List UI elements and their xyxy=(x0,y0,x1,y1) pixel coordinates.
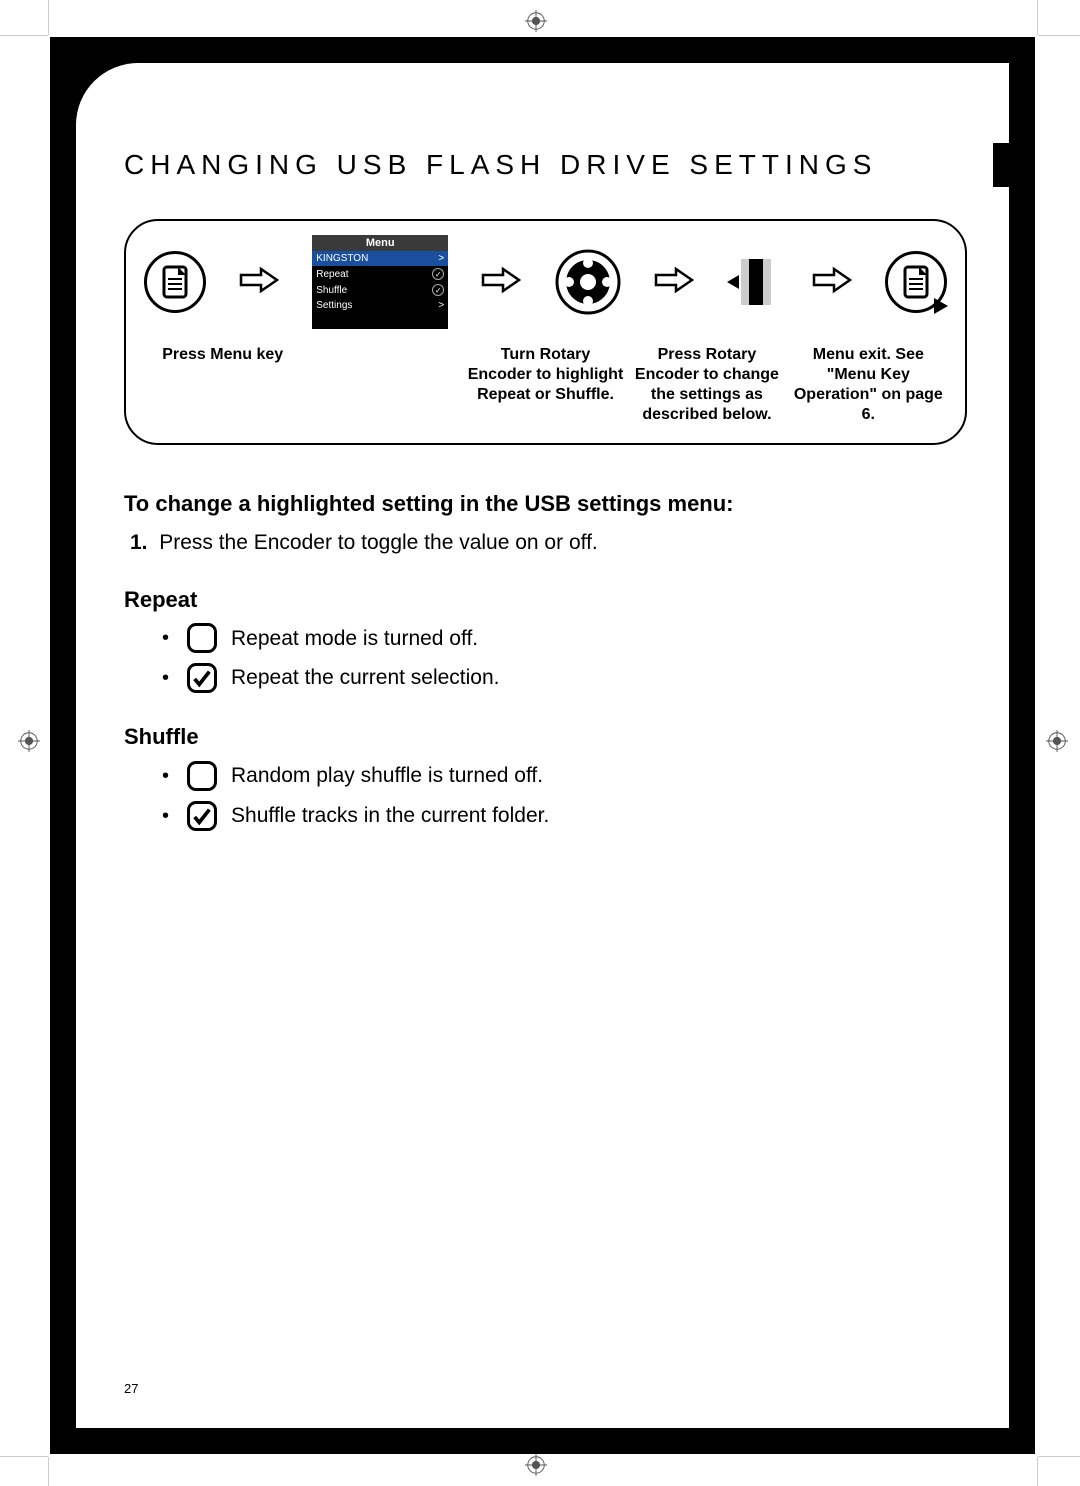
step-item: 1. Press the Encoder to toggle the value… xyxy=(130,527,967,559)
toggle-slider-icon xyxy=(727,253,779,311)
step-caption: Press Rotary Encoder to change the setti… xyxy=(628,345,785,425)
arrow-icon xyxy=(654,265,694,300)
crop-line xyxy=(0,35,48,36)
crop-line xyxy=(1037,0,1038,35)
section-title: CHANGING USB FLASH DRIVE SETTINGS xyxy=(124,149,877,181)
option-item: Shuffle tracks in the current folder. xyxy=(162,796,967,836)
operation-steps-box: Menu KINGSTON> Repeat✓ Shuffle✓ Settings… xyxy=(124,219,967,445)
menu-screen: Menu KINGSTON> Repeat✓ Shuffle✓ Settings… xyxy=(312,235,448,329)
rotary-encoder-icon xyxy=(555,249,621,315)
setting-title-shuffle: Shuffle xyxy=(124,724,967,750)
page-number: 27 xyxy=(124,1381,138,1396)
arrow-icon xyxy=(481,265,521,300)
crop-line xyxy=(48,1457,49,1486)
option-item: Repeat mode is turned off. xyxy=(162,619,967,659)
registration-mark-icon xyxy=(525,10,547,32)
menu-key-icon xyxy=(144,251,206,313)
crop-line xyxy=(1038,1456,1080,1457)
screen-title: Menu xyxy=(312,235,448,251)
arrow-icon xyxy=(812,265,852,300)
tab-marker xyxy=(993,143,1009,187)
checkbox-off-icon xyxy=(187,623,217,653)
option-item: Random play shuffle is turned off. xyxy=(162,756,967,796)
crop-line xyxy=(1037,1457,1038,1486)
sub-heading: To change a highlighted setting in the U… xyxy=(124,491,967,517)
menu-exit-icon xyxy=(885,251,947,313)
screen-row: Shuffle✓ xyxy=(312,282,448,298)
checkbox-on-icon xyxy=(187,663,217,693)
step-caption: Press Menu key xyxy=(144,345,301,425)
registration-mark-icon xyxy=(525,1454,547,1476)
page-black-border: CHANGING USB FLASH DRIVE SETTINGS Menu K… xyxy=(50,37,1035,1454)
crop-line xyxy=(1038,35,1080,36)
crop-line xyxy=(48,0,49,35)
setting-title-repeat: Repeat xyxy=(124,587,967,613)
checkbox-on-icon xyxy=(187,801,217,831)
step-caption: Turn Rotary Encoder to highlight Repeat … xyxy=(467,345,624,425)
option-item: Repeat the current selection. xyxy=(162,658,967,698)
step-caption: Menu exit. See "Menu Key Operation" on p… xyxy=(790,345,947,425)
screen-row: Repeat✓ xyxy=(312,266,448,282)
screen-row: KINGSTON> xyxy=(312,251,448,266)
arrow-icon xyxy=(239,265,279,300)
checkbox-off-icon xyxy=(187,761,217,791)
crop-line xyxy=(0,1456,48,1457)
page-content-area: CHANGING USB FLASH DRIVE SETTINGS Menu K… xyxy=(76,63,1009,1428)
screen-row: Settings> xyxy=(312,298,448,313)
registration-mark-icon xyxy=(18,730,40,752)
registration-mark-icon xyxy=(1046,730,1068,752)
